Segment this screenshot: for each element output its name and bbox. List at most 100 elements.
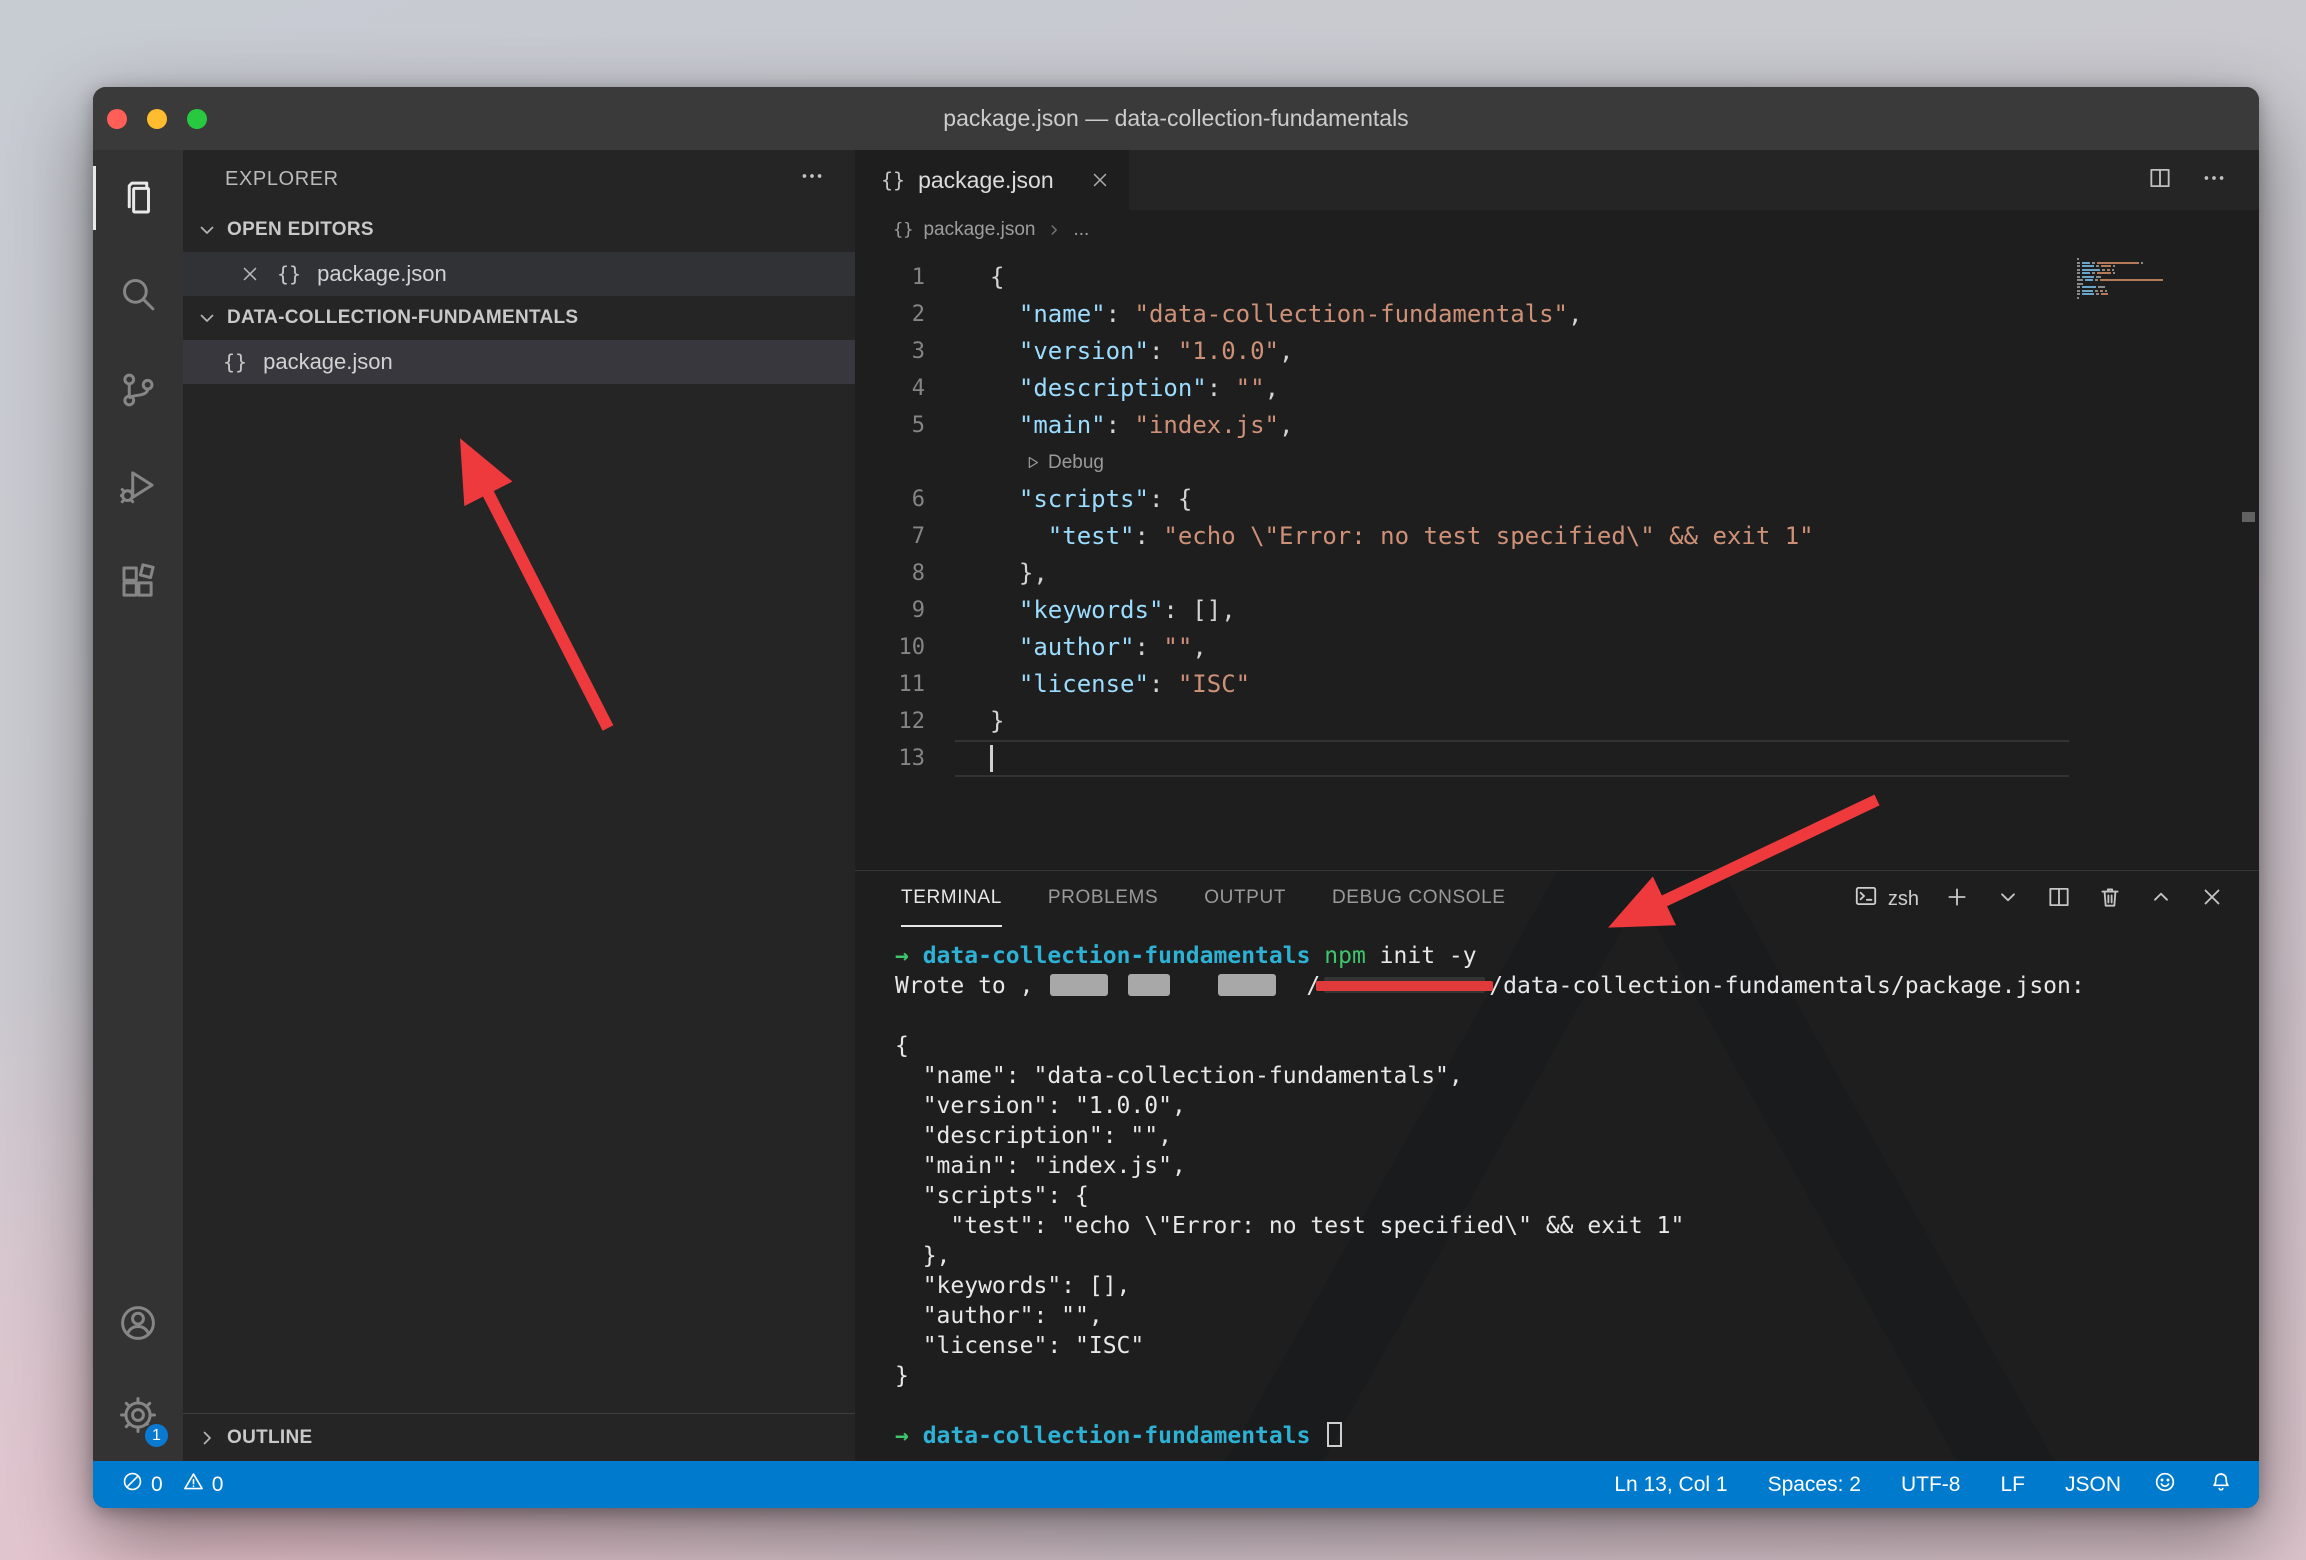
folder-name-label: DATA-COLLECTION-FUNDAMENTALS — [227, 307, 578, 329]
panel-tab-output[interactable]: OUTPUT — [1204, 871, 1286, 927]
minimap[interactable] — [2077, 258, 2213, 304]
window-title: package.json — data-collection-fundament… — [93, 105, 2259, 132]
notifications-icon[interactable] — [2209, 1470, 2233, 1500]
title-bar: package.json — data-collection-fundament… — [93, 87, 2259, 150]
maximize-panel-icon[interactable] — [2148, 884, 2174, 915]
warnings-icon — [182, 1470, 205, 1499]
explorer-icon[interactable] — [93, 150, 183, 246]
terminal-icon — [1853, 883, 1879, 915]
status-item[interactable]: LF — [2000, 1473, 2025, 1497]
file-item-package-json[interactable]: {} package.json — [183, 340, 855, 384]
line-number: 13 — [855, 740, 955, 777]
line-number: 8 — [855, 555, 955, 592]
panel-tabs: TERMINAL PROBLEMS OUTPUT DEBUG CONSOLE — [855, 871, 1552, 927]
settings-icon[interactable]: 1 — [93, 1369, 183, 1461]
close-panel-icon[interactable] — [2199, 884, 2225, 915]
terminal-line: }, — [895, 1241, 2259, 1271]
code-line[interactable]: 11 "license": "ISC" — [855, 666, 2259, 703]
open-editors-label: OPEN EDITORS — [227, 219, 374, 241]
terminal-line: → data-collection-fundamentals — [895, 1421, 2259, 1451]
chevron-right-icon — [195, 1426, 219, 1450]
activity-bar: 1 — [93, 150, 183, 1461]
split-terminal-icon[interactable] — [2046, 884, 2072, 915]
new-terminal-icon[interactable] — [1944, 884, 1970, 915]
code-line[interactable]: 6 "scripts": { — [855, 481, 2259, 518]
line-number: 1 — [855, 259, 955, 296]
panel-tab-problems[interactable]: PROBLEMS — [1048, 871, 1158, 927]
terminal-line — [895, 1391, 2259, 1421]
json-file-icon: {} — [277, 262, 301, 286]
terminal-dropdown-icon[interactable] — [1995, 884, 2021, 915]
editor-tab-bar: {} package.json — [855, 150, 2259, 210]
line-number: 2 — [855, 296, 955, 333]
redaction-box — [1050, 974, 1108, 996]
breadcrumb[interactable]: {} package.json ... — [855, 210, 2259, 250]
terminal-line: "main": "index.js", — [895, 1151, 2259, 1181]
status-item[interactable]: Spaces: 2 — [1768, 1473, 1861, 1497]
extensions-icon[interactable] — [93, 534, 183, 630]
status-bar: 0 0 Ln 13, Col 1 Spaces: 2 UTF-8 LF JSON — [93, 1461, 2259, 1508]
close-tab-icon[interactable] — [1089, 169, 1111, 191]
line-number: 9 — [855, 592, 955, 629]
status-item[interactable]: UTF-8 — [1901, 1473, 1961, 1497]
settings-badge: 1 — [143, 1422, 170, 1449]
tab-label: package.json — [918, 167, 1054, 194]
code-line[interactable]: 5 "main": "index.js", — [855, 407, 2259, 444]
terminal-line: → data-collection-fundamentals npm init … — [895, 941, 2259, 971]
code-line[interactable]: 1{ — [855, 259, 2259, 296]
source-control-icon[interactable] — [93, 342, 183, 438]
code-line[interactable]: 10 "author": "", — [855, 629, 2259, 666]
code-line[interactable]: 4 "description": "", — [855, 370, 2259, 407]
terminal-line: "scripts": { — [895, 1181, 2259, 1211]
feedback-icon[interactable] — [2153, 1470, 2177, 1500]
run-debug-icon[interactable] — [93, 438, 183, 534]
split-editor-icon[interactable] — [2147, 165, 2173, 196]
code-line[interactable]: 2 "name": "data-collection-fundamentals"… — [855, 296, 2259, 333]
kill-terminal-icon[interactable] — [2097, 884, 2123, 915]
editor-more-actions-icon[interactable] — [2201, 165, 2227, 196]
overview-ruler-mark — [2242, 512, 2255, 522]
terminal-line: "description": "", — [895, 1121, 2259, 1151]
breadcrumb-more[interactable]: ... — [1073, 219, 1089, 241]
open-editors-header[interactable]: OPEN EDITORS — [183, 208, 855, 252]
code-line[interactable]: 13 — [855, 740, 2259, 777]
code-line[interactable]: 3 "version": "1.0.0", — [855, 333, 2259, 370]
editor-pane[interactable]: 1{2 "name": "data-collection-fundamental… — [855, 250, 2259, 870]
code-line[interactable]: 12} — [855, 703, 2259, 740]
account-icon[interactable] — [93, 1277, 183, 1369]
folder-section-header[interactable]: DATA-COLLECTION-FUNDAMENTALS — [183, 296, 855, 340]
tab-package-json[interactable]: {} package.json — [855, 150, 1129, 210]
status-right-items: Ln 13, Col 1 Spaces: 2 UTF-8 LF JSON — [1614, 1473, 2121, 1497]
vscode-window: package.json — data-collection-fundament… — [93, 87, 2259, 1508]
explorer-sidebar: EXPLORER OPEN EDITORS {} package.json DA… — [183, 150, 855, 1461]
status-item[interactable]: Ln 13, Col 1 — [1614, 1473, 1727, 1497]
code-line[interactable]: 7 "test": "echo \"Error: no test specifi… — [855, 518, 2259, 555]
outline-section-header[interactable]: OUTLINE — [183, 1413, 855, 1461]
redaction-strike — [1322, 972, 1487, 998]
activity-bar-top — [93, 150, 183, 630]
open-editor-file-name: package.json — [317, 261, 447, 287]
open-editor-item[interactable]: {} package.json — [183, 252, 855, 296]
panel-tab-terminal[interactable]: TERMINAL — [901, 871, 1002, 927]
code-line[interactable]: 9 "keywords": [], — [855, 592, 2259, 629]
terminal-line: "name": "data-collection-fundamentals", — [895, 1061, 2259, 1091]
panel-tab-debug-console[interactable]: DEBUG CONSOLE — [1332, 871, 1506, 927]
explorer-more-actions-icon[interactable] — [799, 163, 825, 195]
terminal-cursor — [1327, 1422, 1342, 1447]
codelens-debug[interactable]: Debug — [855, 444, 2259, 481]
outline-label: OUTLINE — [227, 1427, 313, 1449]
terminal-line: "author": "", — [895, 1301, 2259, 1331]
terminal-content[interactable]: → data-collection-fundamentals npm init … — [855, 927, 2259, 1451]
search-icon[interactable] — [93, 246, 183, 342]
breadcrumb-file[interactable]: package.json — [923, 219, 1035, 241]
sidebar-header: EXPLORER — [183, 150, 855, 208]
close-editor-icon[interactable] — [239, 263, 261, 285]
status-item[interactable]: JSON — [2065, 1473, 2121, 1497]
terminal-shell-button[interactable]: zsh — [1853, 883, 1919, 915]
problems-status[interactable]: 0 0 — [93, 1470, 235, 1499]
line-number: 11 — [855, 666, 955, 703]
json-file-icon: {} — [881, 168, 905, 192]
code-line[interactable]: 8 }, — [855, 555, 2259, 592]
terminal-panel: TERMINAL PROBLEMS OUTPUT DEBUG CONSOLE zsh — [855, 870, 2259, 1461]
line-number: 4 — [855, 370, 955, 407]
